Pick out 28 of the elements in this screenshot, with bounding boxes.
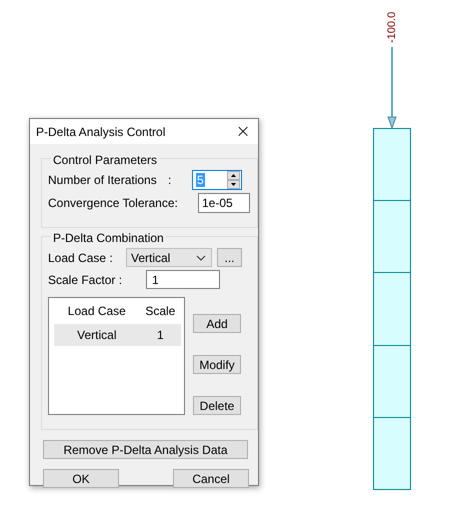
field-label: Scale Factor : (48, 272, 124, 286)
ok-button[interactable]: OK (43, 469, 119, 488)
delete-button[interactable]: Delete (193, 396, 241, 415)
column-header[interactable]: Load Case (54, 304, 140, 318)
chevron-down-icon (196, 254, 206, 260)
cancel-button[interactable]: Cancel (173, 469, 249, 488)
field-label: Convergence Tolerance: (48, 196, 178, 210)
group-legend: P-Delta Combination (51, 231, 166, 245)
list-row[interactable]: Vertical 1 (54, 324, 181, 346)
table-cell-text: Vertical (76, 328, 118, 342)
field-label: : (168, 173, 172, 187)
add-button[interactable]: Add (193, 314, 241, 333)
close-button[interactable]: × (228, 119, 258, 144)
table-cell-text: 1 (156, 328, 165, 342)
input-field[interactable]: 1 (146, 270, 220, 289)
remove-button[interactable]: Remove P-Delta Analysis Data (43, 440, 248, 459)
dropdown[interactable]: Vertical (126, 248, 212, 267)
field-label: Number of Iterations (48, 173, 158, 187)
load-value: -100.0 (386, 10, 398, 43)
browse-button[interactable]: ... (217, 248, 242, 267)
column-header[interactable]: Scale (140, 304, 181, 318)
group-legend: Control Parameters (51, 153, 160, 167)
spin-up-icon[interactable] (227, 171, 240, 180)
spin-down-icon[interactable] (227, 180, 240, 189)
input-field[interactable]: 1e-05 (198, 193, 250, 213)
window-title: P-Delta Analysis Control (36, 124, 166, 138)
modify-button[interactable]: Modify (193, 355, 241, 374)
field-label: Load Case : (48, 250, 114, 264)
